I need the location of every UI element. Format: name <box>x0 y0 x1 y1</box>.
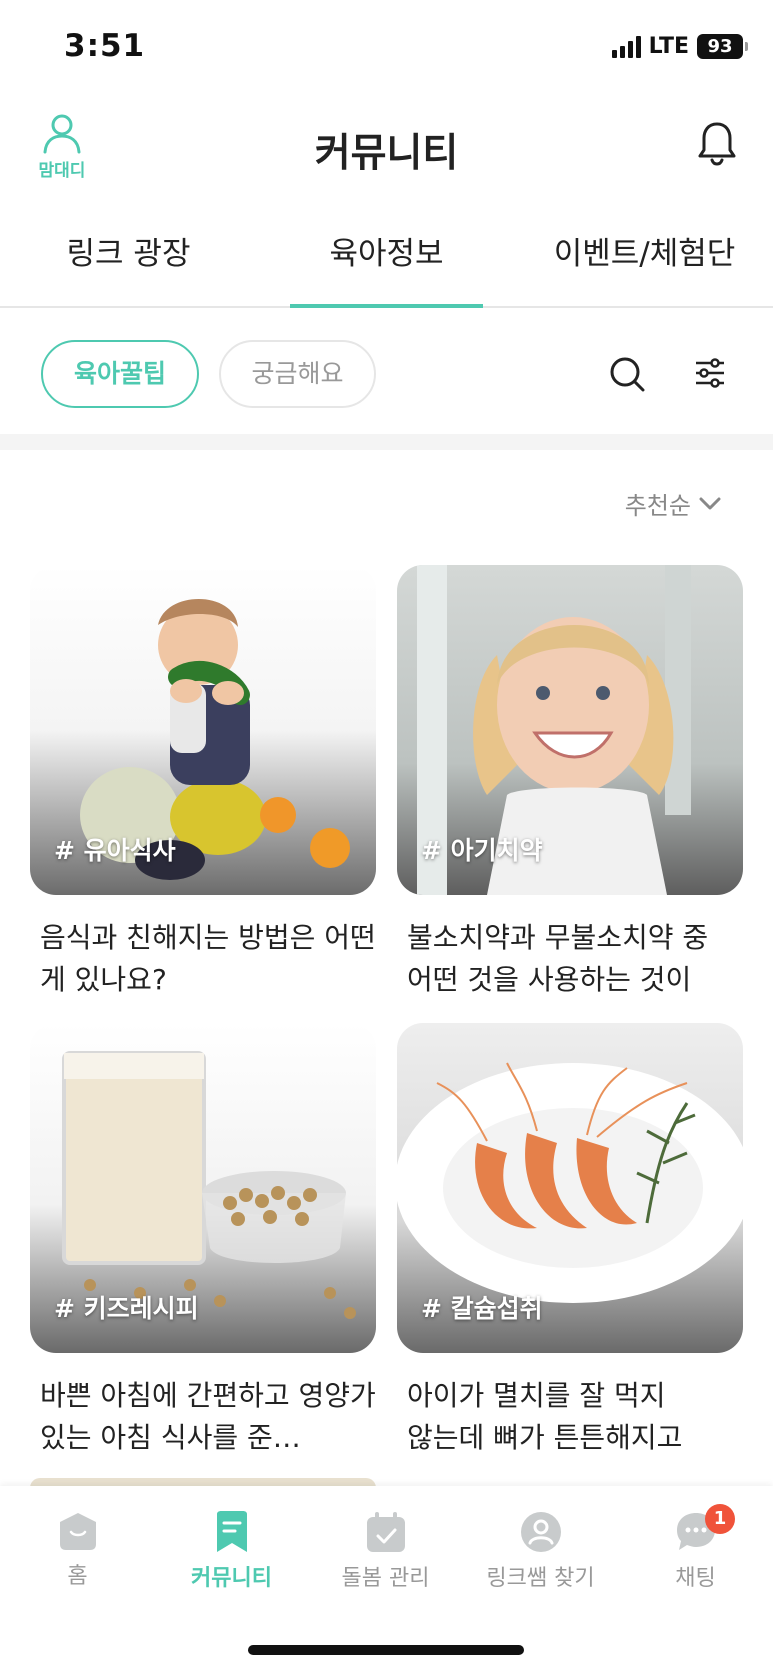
post-image-soy-milk: # 키즈레시피 <box>30 1023 376 1353</box>
post-card[interactable]: # 칼슘섭취 아이가 멸치를 잘 먹지 않는데 뼈가 튼튼해지고 성… <box>397 1023 743 1459</box>
home-indicator <box>248 1645 524 1655</box>
post-card[interactable]: # 키즈레시피 바쁜 아침에 간편하고 영양가 있는 아침 식사를 준… <box>30 1023 376 1459</box>
post-title: 바쁜 아침에 간편하고 영양가 있는 아침 식사를 준… <box>40 1379 376 1454</box>
status-indicators: LTE 93 <box>611 34 748 59</box>
chip-parenting-tips[interactable]: 육아꿀팁 <box>41 340 199 408</box>
post-image-shrimp: # 칼슘섭취 <box>397 1023 743 1353</box>
calendar-check-icon <box>366 1512 405 1552</box>
nav-label: 링크쌤 찾기 <box>486 1566 595 1591</box>
nav-label: 커뮤니티 <box>191 1566 272 1591</box>
post-image-smiling-girl: # 아기치약 <box>397 565 743 895</box>
tab-parenting-info[interactable]: 육아정보 <box>258 210 515 308</box>
battery-icon: 93 <box>697 34 748 59</box>
post-card[interactable]: # 유아식사 음식과 친해지는 방법은 어떤 게 있나요? <box>30 565 376 1001</box>
community-icon <box>216 1511 247 1552</box>
nav-community[interactable]: 커뮤니티 <box>154 1510 309 1592</box>
sort-label: 추천순 <box>624 492 691 520</box>
post-tag: # 칼슘섭취 <box>421 1294 543 1323</box>
chat-badge: 1 <box>705 1504 735 1534</box>
chevron-down-icon <box>699 497 721 509</box>
tab-events[interactable]: 이벤트/체험단 <box>516 210 773 306</box>
battery-level: 93 <box>707 36 733 57</box>
tab-link-plaza[interactable]: 링크 광장 <box>0 210 257 306</box>
filter-row: 육아꿀팁 궁금해요 <box>0 310 773 434</box>
nav-chat[interactable]: 1 채팅 <box>618 1504 773 1592</box>
post-tag: # 아기치약 <box>421 836 543 865</box>
post-image-baby-eating: # 유아식사 <box>30 565 376 895</box>
network-label: LTE <box>648 34 689 59</box>
category-tabs: 링크 광장 육아정보 이벤트/체험단 <box>0 210 773 308</box>
page-title: 커뮤니티 <box>314 131 459 176</box>
post-tag: # 키즈레시피 <box>54 1294 199 1323</box>
status-time: 3:51 <box>64 28 146 64</box>
nav-label: 홈 <box>67 1564 88 1589</box>
signal-icon <box>611 35 641 58</box>
sort-dropdown[interactable]: 추천순 <box>625 486 721 521</box>
chip-questions[interactable]: 궁금해요 <box>219 340 376 408</box>
app-header: 맘대디 커뮤니티 <box>0 100 773 200</box>
bell-icon[interactable] <box>697 120 737 166</box>
filter-settings-icon[interactable] <box>692 355 728 391</box>
teacher-search-icon <box>520 1512 561 1552</box>
post-title: 불소치약과 무불소치약 중 어떤 것을 사용하는 것이 <box>407 921 709 996</box>
nav-label: 돌봄 관리 <box>341 1566 430 1591</box>
nav-label: 채팅 <box>675 1566 716 1591</box>
status-bar: 3:51 LTE 93 <box>0 0 773 95</box>
home-icon <box>59 1513 96 1550</box>
nav-find-teacher[interactable]: 링크쌤 찾기 <box>463 1510 618 1592</box>
post-card[interactable]: # 아기치약 불소치약과 무불소치약 중 어떤 것을 사용하는 것이 <box>397 565 743 1001</box>
nav-home[interactable]: 홈 <box>0 1510 155 1590</box>
section-divider <box>0 434 773 450</box>
nav-care-management[interactable]: 돌봄 관리 <box>308 1510 463 1592</box>
search-icon[interactable] <box>608 355 646 393</box>
post-tag: # 유아식사 <box>54 836 176 865</box>
post-title: 음식과 친해지는 방법은 어떤 게 있나요? <box>40 921 376 996</box>
post-title: 아이가 멸치를 잘 먹지 않는데 뼈가 튼튼해지고 성… <box>407 1379 683 1454</box>
